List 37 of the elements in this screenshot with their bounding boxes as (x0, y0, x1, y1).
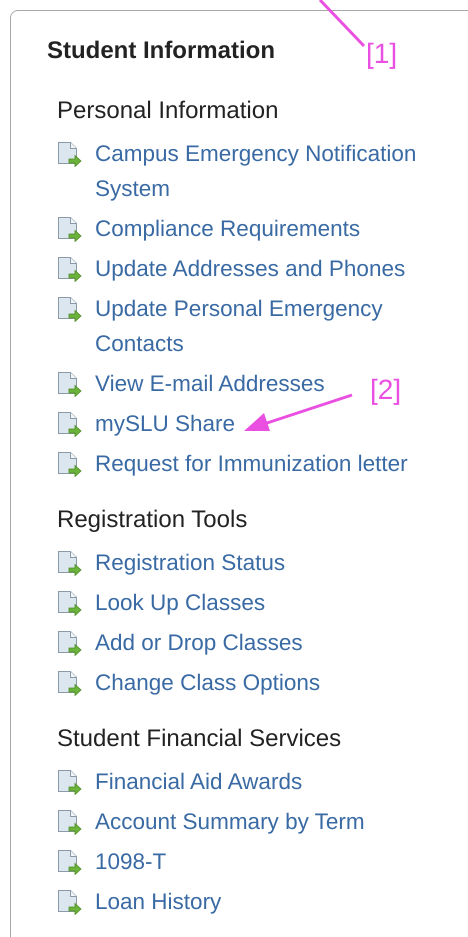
menu-link[interactable]: mySLU Share (95, 406, 236, 441)
panel-title: Student Information (47, 36, 275, 66)
document-arrow-icon (57, 889, 82, 915)
menu-link[interactable]: Update Personal Emergency Contacts (95, 291, 445, 361)
menu-link[interactable]: Financial Aid Awards (95, 764, 302, 799)
section-heading: Student Financial Services (57, 724, 342, 754)
menu-link[interactable]: Request for Immunization letter (95, 446, 408, 481)
document-arrow-icon (57, 256, 82, 282)
annotation-label: [1] (366, 38, 398, 70)
annotation-line (318, 0, 368, 48)
document-arrow-icon (57, 849, 82, 875)
menu-link[interactable]: Look Up Classes (95, 585, 266, 620)
document-arrow-icon (57, 670, 82, 696)
document-arrow-icon (57, 411, 82, 437)
document-arrow-icon (57, 296, 82, 322)
section-heading: Registration Tools (57, 505, 248, 535)
menu-link[interactable]: Update Addresses and Phones (95, 251, 406, 286)
menu-link[interactable]: Loan History (95, 884, 222, 919)
menu-link[interactable]: Campus Emergency Notification System (95, 136, 445, 206)
menu-link[interactable]: Registration Status (95, 545, 286, 580)
menu-link[interactable]: Change Class Options (95, 665, 320, 700)
document-arrow-icon (57, 216, 82, 242)
menu-link[interactable]: 1098-T (95, 844, 166, 879)
document-arrow-icon (57, 630, 82, 656)
menu-link[interactable]: Account Summary by Term (95, 804, 365, 839)
document-arrow-icon (57, 451, 82, 477)
section-heading: Personal Information (57, 96, 278, 126)
document-arrow-icon (57, 590, 82, 616)
document-arrow-icon (57, 141, 82, 167)
document-arrow-icon (57, 550, 82, 576)
annotation-label: [2] (370, 374, 402, 406)
menu-link[interactable]: Compliance Requirements (95, 211, 360, 246)
menu-link[interactable]: View E-mail Addresses (95, 366, 325, 401)
document-arrow-icon (57, 809, 82, 835)
menu-link[interactable]: Add or Drop Classes (95, 625, 303, 660)
document-arrow-icon (57, 371, 82, 397)
document-arrow-icon (57, 769, 82, 795)
